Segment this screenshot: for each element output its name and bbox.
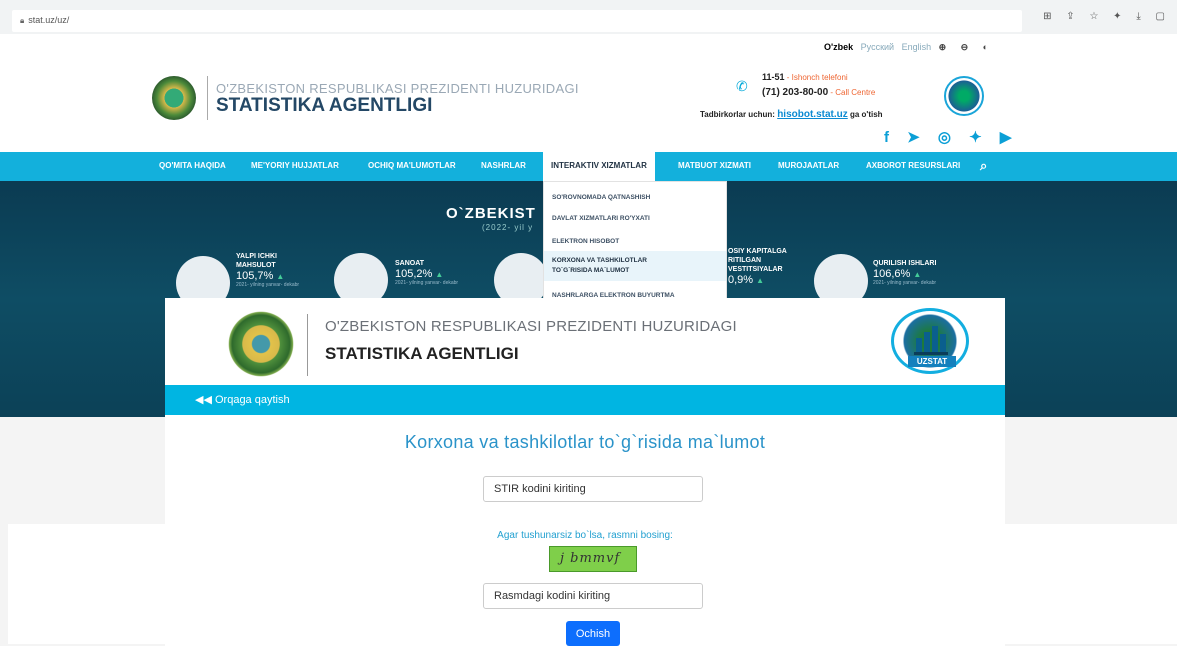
- up-arrow-icon: ▲: [913, 270, 922, 279]
- lang-ru[interactable]: Русский: [861, 42, 894, 52]
- lang-uz[interactable]: O'zbek: [824, 42, 853, 52]
- modal-title-line2: STATISTIKA AGENTLIGI: [325, 344, 519, 363]
- stir-input[interactable]: [483, 476, 703, 502]
- business-link-text: Tadbirkorlar uchun: hisobot.stat.uz ga o…: [700, 109, 883, 120]
- lock-icon: 🔒︎: [20, 16, 25, 25]
- phone-icon: ✆: [736, 78, 748, 94]
- site-header: O'zbek Русский English ⊕ ⊖ ◐ O'ZBEKISTON…: [0, 34, 1177, 152]
- company-info-window: O'ZBEKISTON RESPUBLIKASI PREZIDENTI HUZU…: [165, 298, 1005, 646]
- back-link[interactable]: ◀◀ Orqaga qaytish: [195, 393, 290, 406]
- nav-item-resources[interactable]: AXBOROT RESURSLARI: [866, 161, 960, 170]
- language-switcher: O'zbek Русский English ⊕ ⊖ ◐: [824, 42, 999, 53]
- header-title-line2: STATISTIKA AGENTLIGI: [216, 95, 433, 116]
- up-arrow-icon: ▲: [756, 276, 765, 285]
- search-icon[interactable]: ⌕: [980, 158, 987, 174]
- captcha-code-input[interactable]: [483, 583, 703, 609]
- dropdown-item-company-info[interactable]: KORXONA VA TASHKILOTLAR TO`G`RISIDA MA`L…: [544, 251, 726, 281]
- header-title-line1: O'ZBEKISTON RESPUBLIKASI PREZIDENTI HUZU…: [216, 81, 579, 96]
- captcha-hint: Agar tushunarsiz bo`lsa, rasmni bosing:: [497, 530, 673, 541]
- stat-construction: QURILISH ISHLARI 106,6% ▲ 2021- yilning …: [873, 260, 937, 286]
- uzstat-tag: UZSTAT: [908, 356, 956, 367]
- hisobot-link[interactable]: hisobot.stat.uz: [777, 109, 848, 120]
- nav-item-publications[interactable]: NASHRLAR: [481, 161, 526, 170]
- banner-title: O`ZBEKIST: [446, 205, 536, 222]
- modal-nav-bar: [165, 385, 1005, 415]
- double-chevron-left-icon: ◀◀: [195, 394, 212, 406]
- nav-item-interactive-services[interactable]: INTERAKTIV XIZMATLAR: [543, 152, 655, 181]
- nav-item-legal-docs[interactable]: ME'YORIY HUJJATLAR: [251, 161, 339, 170]
- social-icons[interactable]: f ➤ ◎ ✦ ▶: [884, 128, 1018, 146]
- dropdown-item-survey[interactable]: SO'ROVNOMADA QATNASHISH: [552, 194, 650, 201]
- stat-industry: SANOAT 105,2% ▲ 2021- yilning yanvar- de…: [395, 260, 459, 286]
- up-arrow-icon: ▲: [435, 270, 444, 279]
- address-bar[interactable]: 🔒︎ stat.uz/uz/: [12, 10, 1022, 32]
- uzstat-logo: UZSTAT: [891, 308, 969, 374]
- stat-investment: OSIY KAPITALGA RITILGAN VESTITSIYALAR 0,…: [728, 248, 787, 286]
- accessibility-tools[interactable]: ⊕ ⊖ ◐: [939, 42, 995, 52]
- trust-phone: 11-51 - Ishonch telefoni: [762, 72, 848, 82]
- form-heading: Korxona va tashkilotlar to`g`risida ma`l…: [404, 432, 766, 452]
- modal-header-divider: [307, 314, 308, 376]
- submit-button[interactable]: Ochish: [566, 621, 620, 646]
- nav-item-open-data[interactable]: OCHIQ MA'LUMOTLAR: [368, 161, 456, 170]
- captcha-image[interactable]: j bmmvf: [549, 546, 637, 572]
- state-emblem-icon: [227, 310, 295, 378]
- modal-header: O'ZBEKISTON RESPUBLIKASI PREZIDENTI HUZU…: [165, 298, 1005, 385]
- dropdown-item-gov-services[interactable]: DAVLAT XIZMATLARI RO'YXATI: [552, 215, 650, 222]
- nav-item-press[interactable]: MATBUOT XIZMATI: [678, 161, 751, 170]
- modal-title-line1: O'ZBEKISTON RESPUBLIKASI PREZIDENTI HUZU…: [325, 318, 737, 335]
- nav-item-appeals[interactable]: MUROJAATLAR: [778, 161, 839, 170]
- url-text: stat.uz/uz/: [28, 15, 70, 25]
- up-arrow-icon: ▲: [276, 272, 285, 281]
- bar-chart-icon: [914, 325, 948, 355]
- main-nav: QO'MITA HAQIDA ME'YORIY HUJJATLAR OCHIQ …: [0, 152, 1177, 181]
- state-emblem-logo[interactable]: [152, 76, 196, 120]
- stat-gdp: YALPI ICHKI MAHSULOT 105,7% ▲ 2021- yiln…: [236, 253, 300, 288]
- interactive-services-dropdown: SO'ROVNOMADA QATNASHISH DAVLAT XIZMATLAR…: [543, 181, 727, 301]
- dropdown-item-e-report[interactable]: ELEKTRON HISOBOT: [552, 238, 619, 245]
- banner-subtitle: (2022- yil y: [482, 223, 534, 232]
- browser-toolbar-icons[interactable]: ⊞ ⇪ ☆ ✦ ⤓ ▢: [1043, 11, 1171, 22]
- call-centre-phone: (71) 203-80-00 - Call Centre: [762, 87, 876, 98]
- uzstat-logo-icon[interactable]: [944, 76, 984, 116]
- lang-en[interactable]: English: [902, 42, 932, 52]
- header-divider: [207, 76, 208, 120]
- nav-item-about[interactable]: QO'MITA HAQIDA: [159, 161, 226, 170]
